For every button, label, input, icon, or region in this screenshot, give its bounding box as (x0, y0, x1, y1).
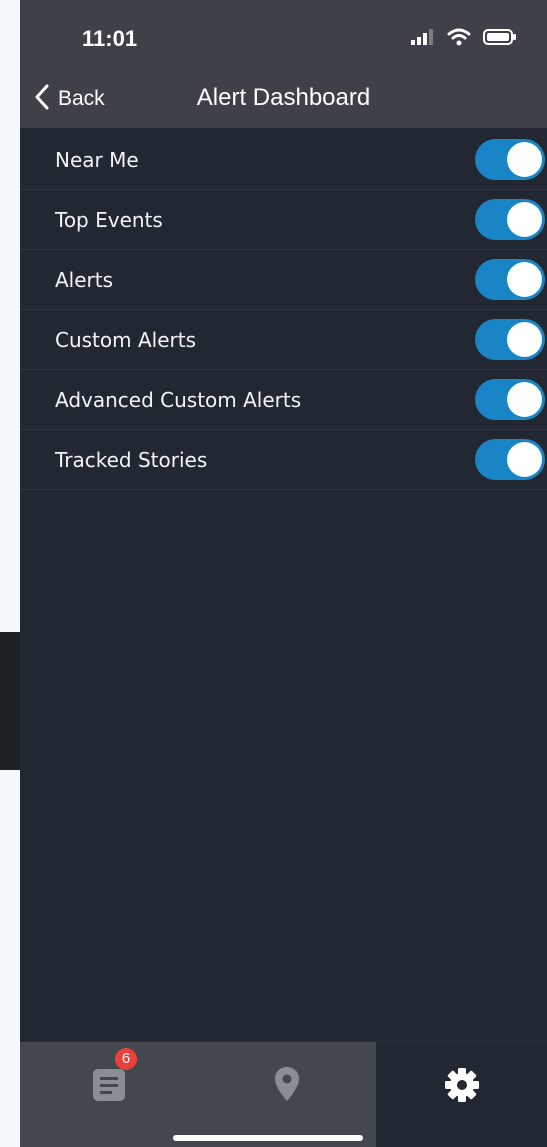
alerts-toggle[interactable] (475, 259, 545, 300)
tab-map[interactable] (198, 1042, 376, 1147)
map-pin-icon (274, 1067, 300, 1106)
top-events-toggle[interactable] (475, 199, 545, 240)
near-me-toggle[interactable] (475, 139, 545, 180)
toggle-knob (507, 202, 542, 237)
tab-icon-wrap (443, 1066, 481, 1108)
settings-row-label: Top Events (55, 207, 163, 232)
backdrop-stripe (0, 0, 22, 1147)
toggle-knob (507, 382, 542, 417)
settings-row-alerts: Alerts (20, 250, 547, 310)
settings-row-label: Advanced Custom Alerts (55, 387, 302, 412)
settings-row-near-me: Near Me (20, 130, 547, 190)
page-title: Alert Dashboard (196, 84, 371, 111)
settings-row-label: Near Me (55, 147, 139, 172)
tab-icon-wrap (274, 1066, 300, 1106)
settings-row-tracked-stories: Tracked Stories (20, 430, 547, 490)
navigation-bar: Back Alert Dashboard (20, 74, 547, 128)
toggle-knob (507, 442, 542, 477)
status-bar: 11:01 (20, 0, 547, 74)
settings-row-top-events: Top Events (20, 190, 547, 250)
settings-row-advanced-custom-alerts: Advanced Custom Alerts (20, 370, 547, 430)
tab-bar: 6 (20, 1041, 547, 1147)
status-time: 11:01 (82, 26, 138, 51)
custom-alerts-toggle[interactable] (475, 319, 545, 360)
battery-icon (483, 28, 517, 50)
tab-icon-wrap: 6 (91, 1048, 137, 1108)
toggle-knob (507, 262, 542, 297)
signal-icon (411, 29, 435, 49)
news-icon (91, 1069, 127, 1108)
notification-badge: 6 (115, 1048, 137, 1070)
settings-row-label: Alerts (55, 267, 114, 292)
home-indicator (173, 1135, 363, 1141)
status-icons (411, 28, 517, 50)
settings-row-label: Tracked Stories (55, 447, 208, 472)
settings-row-custom-alerts: Custom Alerts (20, 310, 547, 370)
settings-list: Near Me Top Events Alerts Custom Alerts … (20, 130, 547, 490)
tab-settings[interactable] (376, 1042, 547, 1147)
advanced-custom-alerts-toggle[interactable] (475, 379, 545, 420)
wifi-icon (447, 28, 471, 50)
backdrop-dark-panel (0, 632, 22, 770)
gear-icon (443, 1068, 481, 1108)
toggle-knob (507, 322, 542, 357)
settings-row-label: Custom Alerts (55, 327, 197, 352)
toggle-knob (507, 142, 542, 177)
tab-news[interactable]: 6 (20, 1042, 198, 1147)
tracked-stories-toggle[interactable] (475, 439, 545, 480)
phone-screen: 11:01 Back Alert Dashboard Near Me Top E… (20, 0, 547, 1147)
